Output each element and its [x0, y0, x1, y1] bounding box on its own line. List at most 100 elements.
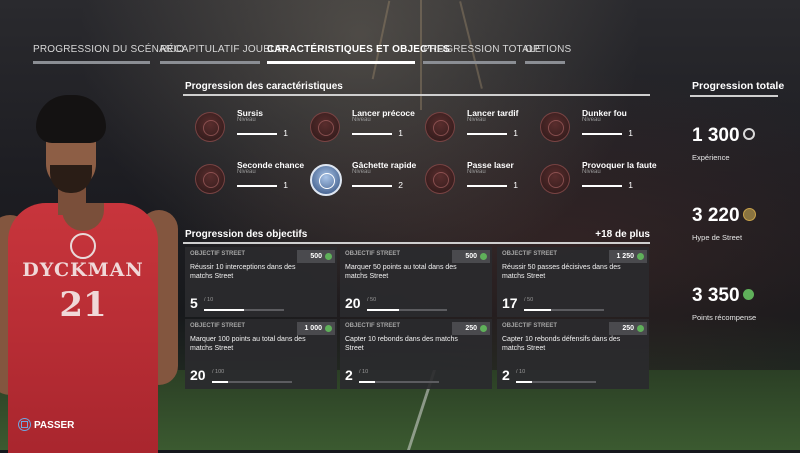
stat-value: 3 350 [692, 285, 740, 306]
objective-card[interactable]: OBJECTIF STREET Marquer 50 points au tota… [340, 247, 492, 317]
team-logo-icon [70, 233, 96, 259]
objective-max: / 50 [524, 297, 534, 303]
objective-progress-fill [212, 381, 228, 383]
stat-label: Expérience [692, 153, 730, 162]
attribute-badge-icon [425, 164, 455, 194]
attribute-level-bar [237, 185, 277, 187]
objective-reward-value: 500 [465, 253, 477, 260]
tab-caracteristiques-objectifs[interactable]: CARACTÉRISTIQUES ET OBJECTIFS [267, 44, 450, 64]
attribute-level-bar [582, 185, 622, 187]
objective-description: Marquer 100 points au total dans des mat… [190, 336, 306, 352]
attribute-level-label: Niveau [352, 117, 371, 123]
objective-current: 17 [502, 295, 518, 311]
objective-reward: 500 [452, 250, 490, 263]
tab-recap-joueur[interactable]: RÉCAPITULATIF JOUEUR [160, 44, 285, 64]
xp-icon [742, 128, 755, 141]
attribute-level-value: 1 [513, 128, 518, 138]
attribute-level-value: 1 [283, 128, 288, 138]
objective-max: / 10 [516, 369, 526, 375]
objective-max: / 10 [359, 369, 369, 375]
attribute-level-label: Niveau [237, 117, 256, 123]
attribute-level-value: 1 [628, 180, 633, 190]
attribute-level-bar [467, 185, 507, 187]
objective-progress-bar [516, 381, 596, 383]
objective-progress-bar [359, 381, 439, 383]
objective-reward-value: 500 [310, 253, 322, 260]
attribute-level-bar [237, 133, 277, 135]
rewards-icon [742, 288, 754, 300]
objectives-more-count[interactable]: +18 de plus [595, 229, 650, 240]
attribute-badge-icon [195, 164, 225, 194]
objective-reward: 500 [297, 250, 335, 263]
objective-card[interactable]: OBJECTIF STREET Marquer 100 points au tot… [185, 319, 337, 389]
attribute-level-label: Niveau [582, 117, 601, 123]
attribute-level-bar [352, 185, 392, 187]
attribute-level-label: Niveau [237, 169, 256, 175]
objective-current: 20 [345, 295, 361, 311]
attribute-level-label: Niveau [582, 169, 601, 175]
attribute-level-bar [352, 133, 392, 135]
attribute-tile[interactable]: Gâchette rapide Niveau 2 [300, 156, 416, 208]
attributes-divider [183, 94, 650, 96]
attribute-badge-icon [195, 112, 225, 142]
objective-tag: OBJECTIF STREET [190, 323, 246, 329]
objective-progress-bar [204, 309, 284, 311]
objective-current: 20 [190, 367, 206, 383]
attribute-tile[interactable]: Sursis Niveau 1 [185, 104, 300, 156]
objective-tag: OBJECTIF STREET [345, 251, 401, 257]
objective-current: 5 [190, 295, 198, 311]
objective-description: Réussir 10 interceptions dans des matchs… [190, 264, 296, 280]
stat-value: 1 300 [692, 125, 740, 146]
skip-label: PASSER [34, 420, 75, 432]
objective-card[interactable]: OBJECTIF STREET Réussir 10 interceptions … [185, 247, 337, 317]
objective-reward: 1 000 [297, 322, 335, 335]
objective-current: 2 [502, 367, 510, 383]
objective-description: Réussir 50 passes décisives dans des mat… [502, 264, 621, 280]
objective-reward: 250 [452, 322, 490, 335]
objective-current: 2 [345, 367, 353, 383]
attribute-level-value: 1 [398, 128, 403, 138]
attribute-tile[interactable]: Provoquer la faute Niveau 1 [530, 156, 657, 208]
objective-tag: OBJECTIF STREET [502, 323, 558, 329]
attribute-tile[interactable]: Lancer tardif Niveau 1 [415, 104, 530, 156]
tab-progression-totale[interactable]: PROGRESSION TOTALE [423, 44, 541, 64]
objective-description: Capter 10 rebonds défensifs dans des mat… [502, 336, 621, 352]
attribute-badge-icon [425, 112, 455, 142]
objective-card[interactable]: OBJECTIF STREET Réussir 50 passes décisiv… [497, 247, 649, 317]
tab-options[interactable]: OPTIONS [525, 44, 571, 64]
objective-progress-fill [524, 309, 552, 311]
attribute-tile[interactable]: Lancer précoce Niveau 1 [300, 104, 415, 156]
objective-max: / 50 [367, 297, 377, 303]
objective-progress-bar [367, 309, 447, 311]
attribute-tile[interactable]: Passe laser Niveau 1 [415, 156, 530, 208]
objective-reward: 1 250 [609, 250, 647, 263]
stat-hype: 3 220 Hype de Street [692, 205, 756, 242]
tab-progression-scenario[interactable]: PROGRESSION DU SCÉNARIO [33, 44, 184, 64]
attribute-badge-icon [310, 112, 340, 142]
objective-progress-fill [516, 381, 532, 383]
attribute-level-value: 1 [283, 180, 288, 190]
stat-label: Points récompense [692, 313, 757, 322]
attribute-tile[interactable]: Seconde chance Niveau 1 [185, 156, 304, 208]
stat-experience: 1 300 Expérience [692, 125, 755, 162]
objective-description: Capter 10 rebonds dans des matchs Street [345, 336, 458, 352]
hype-icon [742, 207, 756, 221]
attribute-level-value: 1 [628, 128, 633, 138]
skip-button[interactable]: PASSER [18, 418, 75, 432]
objective-card[interactable]: OBJECTIF STREET Capter 10 rebonds dans de… [340, 319, 492, 389]
objective-progress-bar [212, 381, 292, 383]
objective-progress-fill [367, 309, 399, 311]
objective-card[interactable]: OBJECTIF STREET Capter 10 rebonds défensi… [497, 319, 649, 389]
rewards-icon [637, 325, 644, 332]
objective-reward-value: 250 [622, 325, 634, 332]
attribute-level-label: Niveau [467, 117, 486, 123]
attributes-title: Progression des caractéristiques [185, 81, 343, 92]
attribute-level-bar [467, 133, 507, 135]
objectives-divider [183, 242, 650, 244]
stat-label: Hype de Street [692, 233, 743, 242]
attribute-tile[interactable]: Dunker fou Niveau 1 [530, 104, 645, 156]
objective-tag: OBJECTIF STREET [190, 251, 246, 257]
jersey-team-name: DYCKMAN [22, 259, 144, 281]
objective-description: Marquer 50 points au total dans des matc… [345, 264, 457, 280]
objective-tag: OBJECTIF STREET [345, 323, 401, 329]
